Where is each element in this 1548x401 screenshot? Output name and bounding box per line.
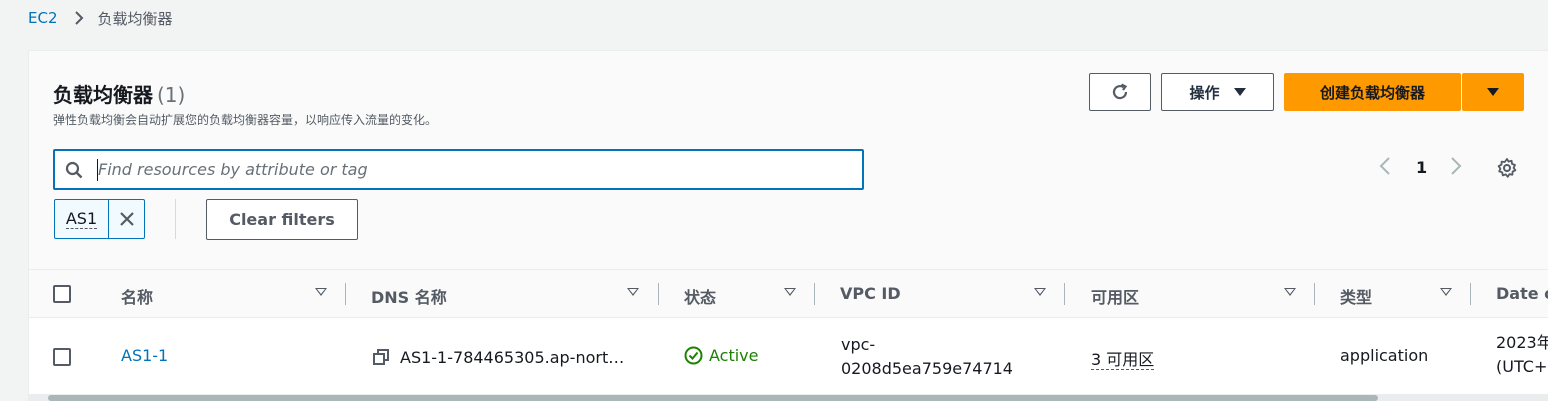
page-title-text: 负载均衡器	[53, 83, 153, 107]
refresh-icon	[1110, 82, 1130, 102]
remove-filter-button[interactable]	[109, 200, 144, 238]
date-line1: 2023年	[1496, 333, 1548, 352]
filter-token-label[interactable]: AS1	[55, 200, 109, 238]
column-resizer[interactable]	[1064, 283, 1065, 305]
vpc-id-line2: 0208d5ea759e74714	[841, 359, 1013, 378]
search-icon	[65, 161, 83, 179]
column-header-vpc-id[interactable]: VPC ID	[840, 284, 901, 303]
item-count: (1)	[157, 83, 186, 107]
panel-header: 负载均衡器 (1) 弹性负载均衡会自动扩展您的负载均衡器容量，以响应传入流量的变化…	[29, 51, 1548, 269]
chevron-right-icon	[74, 11, 84, 25]
refresh-button[interactable]	[1089, 73, 1151, 111]
status-success-icon	[684, 346, 703, 365]
column-resizer[interactable]	[814, 283, 815, 305]
column-header-dns[interactable]: DNS 名称	[371, 284, 447, 308]
date-created-cell: 2023年 (UTC+0	[1496, 331, 1548, 379]
column-resizer[interactable]	[658, 283, 659, 305]
current-page-number[interactable]: 1	[1416, 158, 1427, 177]
create-load-balancer-button[interactable]: 创建负载均衡器	[1284, 73, 1461, 111]
status-text: Active	[709, 346, 759, 365]
select-all-checkbox[interactable]	[53, 285, 71, 303]
sort-icon[interactable]	[1034, 288, 1046, 296]
chevron-right-icon	[1449, 156, 1463, 176]
gear-icon	[1496, 157, 1518, 179]
type-cell: application	[1340, 346, 1429, 365]
sort-icon[interactable]	[784, 288, 796, 296]
table-preferences-button[interactable]	[1496, 157, 1518, 183]
table-row[interactable]: AS1-1 AS1-1-784465305.ap-nort… Active vp…	[29, 319, 1548, 395]
actions-label: 操作	[1189, 83, 1220, 102]
next-page-button[interactable]	[1449, 156, 1463, 176]
column-resizer[interactable]	[1470, 283, 1471, 305]
filter-token: AS1	[54, 199, 145, 239]
breadcrumb: EC2 负载均衡器	[28, 7, 173, 29]
load-balancers-panel: 负载均衡器 (1) 弹性负载均衡会自动扩展您的负载均衡器容量，以响应传入流量的变化…	[28, 50, 1548, 401]
clear-filters-button[interactable]: Clear filters	[206, 199, 358, 240]
create-options-dropdown-button[interactable]	[1462, 73, 1524, 111]
sort-icon[interactable]	[627, 288, 639, 296]
caret-down-icon	[1233, 88, 1246, 96]
search-input[interactable]	[98, 160, 838, 179]
previous-page-button[interactable]	[1378, 156, 1392, 176]
load-balancer-name-link[interactable]: AS1-1	[121, 346, 168, 365]
filter-token-text: AS1	[65, 208, 98, 229]
row-select-checkbox[interactable]	[53, 348, 71, 366]
divider	[175, 199, 176, 239]
sort-icon[interactable]	[1284, 288, 1296, 296]
search-bar	[53, 149, 864, 190]
caret-down-icon	[1487, 88, 1499, 96]
horizontal-scrollbar-thumb[interactable]	[48, 395, 1378, 401]
column-header-status[interactable]: 状态	[684, 284, 716, 308]
breadcrumb-current: 负载均衡器	[97, 9, 173, 28]
vpc-id-cell: vpc- 0208d5ea759e74714	[841, 333, 1013, 381]
column-header-date-created[interactable]: Date c	[1496, 284, 1548, 303]
date-line2: (UTC+0	[1496, 357, 1548, 376]
column-resizer[interactable]	[345, 283, 346, 305]
sort-icon[interactable]	[1440, 288, 1452, 296]
dns-name-text: AS1-1-784465305.ap-nort…	[400, 348, 625, 367]
page-title: 负载均衡器 (1)	[53, 79, 185, 108]
sort-icon[interactable]	[315, 288, 327, 296]
availability-zones-cell: 3 可用区	[1091, 346, 1155, 370]
column-header-availability-zones[interactable]: 可用区	[1091, 284, 1139, 308]
close-icon	[119, 211, 135, 227]
table-header: 名称 DNS 名称 状态 VPC ID 可用区 类型 Date c	[29, 269, 1548, 318]
column-header-type[interactable]: 类型	[1340, 284, 1372, 308]
copy-icon[interactable]	[373, 349, 390, 366]
actions-dropdown-button[interactable]: 操作	[1161, 73, 1274, 111]
breadcrumb-ec2-link[interactable]: EC2	[28, 9, 58, 27]
create-label: 创建负载均衡器	[1319, 83, 1425, 102]
chevron-left-icon	[1378, 156, 1392, 176]
column-resizer[interactable]	[1314, 283, 1315, 305]
status-cell: Active	[684, 346, 759, 365]
vpc-id-line1: vpc-	[841, 335, 876, 354]
availability-zones-popover[interactable]: 3 可用区	[1091, 350, 1155, 370]
dns-name-cell: AS1-1-784465305.ap-nort…	[373, 348, 624, 367]
column-header-name[interactable]: 名称	[121, 284, 153, 308]
page-description: 弹性负载均衡会自动扩展您的负载均衡器容量，以响应传入流量的变化。	[53, 113, 438, 127]
